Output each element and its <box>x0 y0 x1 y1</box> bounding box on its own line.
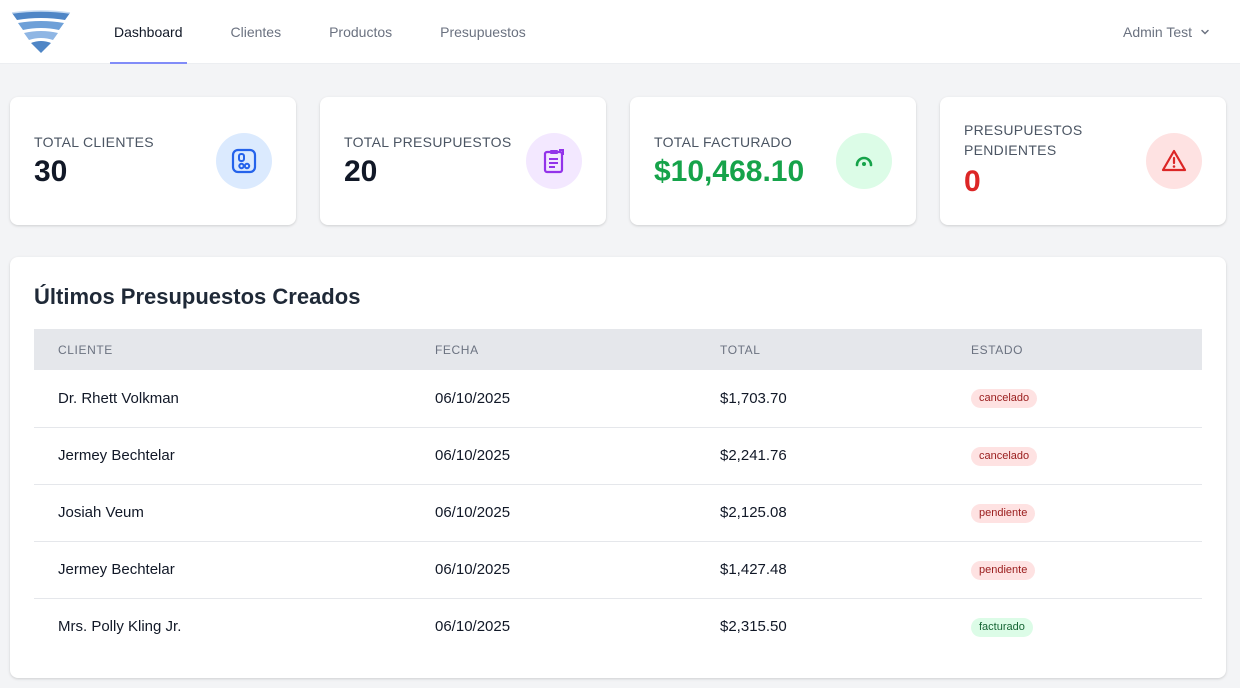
stat-label: PRESUPUESTOS PENDIENTES <box>964 122 1083 158</box>
table-row[interactable]: Jermey Bechtelar 06/10/2025 $1,427.48 pe… <box>34 541 1202 598</box>
stat-card-total-clientes: TOTAL CLIENTES 30 <box>10 97 296 225</box>
stat-value: $10,468.10 <box>654 155 805 188</box>
tab-clientes[interactable]: Clientes <box>227 0 286 64</box>
main-nav: Dashboard Clientes Productos Presupuesto… <box>110 0 570 64</box>
stat-card-total-presupuestos: TOTAL PRESUPUESTOS 20 <box>320 97 606 225</box>
table-row[interactable]: Dr. Rhett Volkman 06/10/2025 $1,703.70 c… <box>34 370 1202 427</box>
status-badge: facturado <box>971 617 1033 637</box>
cell-estado: pendiente <box>947 541 1202 598</box>
cell-cliente: Josiah Veum <box>58 504 144 521</box>
cell-estado: cancelado <box>947 427 1202 484</box>
cell-total: $1,427.48 <box>720 561 787 578</box>
table-row[interactable]: Mrs. Polly Kling Jr. 06/10/2025 $2,315.5… <box>34 598 1202 655</box>
cell-total: $1,703.70 <box>720 389 787 407</box>
cell-estado: facturado <box>947 598 1202 655</box>
tab-presupuestos[interactable]: Presupuestos <box>436 0 530 64</box>
cell-fecha: 06/10/2025 <box>435 447 511 464</box>
tab-productos[interactable]: Productos <box>325 0 396 64</box>
user-menu[interactable]: Admin Test <box>1123 0 1210 64</box>
cell-fecha: 06/10/2025 <box>435 618 511 636</box>
recent-budgets-table: CLIENTE FECHA TOTAL ESTADO Dr. Rhett Vol… <box>34 329 1202 655</box>
stat-value: 0 <box>964 165 981 198</box>
cell-cliente: Dr. Rhett Volkman <box>58 389 179 407</box>
company-logo[interactable] <box>10 9 72 55</box>
recent-budgets-panel: Últimos Presupuestos Creados CLIENTE FEC… <box>10 257 1226 678</box>
stat-label: TOTAL CLIENTES <box>34 134 154 150</box>
stat-value: 20 <box>344 155 378 188</box>
clipboard-icon <box>526 133 582 189</box>
stat-label: TOTAL PRESUPUESTOS <box>344 134 512 150</box>
stat-label: TOTAL FACTURADO <box>654 134 793 150</box>
cell-fecha: 06/10/2025 <box>435 504 511 521</box>
warning-icon <box>1146 133 1202 189</box>
cell-cliente: Mrs. Polly Kling Jr. <box>58 618 182 636</box>
stat-card-total-facturado: TOTAL FACTURADO $10,468.10 <box>630 97 916 225</box>
column-header-total: TOTAL <box>720 342 761 357</box>
users-icon <box>216 133 272 189</box>
status-badge: cancelado <box>971 446 1038 466</box>
chevron-down-icon <box>1201 29 1209 35</box>
table-row[interactable]: Jermey Bechtelar 06/10/2025 $2,241.76 ca… <box>34 427 1202 484</box>
table-header-row: CLIENTE FECHA TOTAL ESTADO <box>34 329 1202 370</box>
cell-fecha: 06/10/2025 <box>435 389 511 407</box>
table-row[interactable]: Josiah Veum 06/10/2025 $2,125.08 pendien… <box>34 484 1202 541</box>
panel-title: Últimos Presupuestos Creados <box>34 284 361 309</box>
status-badge: cancelado <box>971 389 1038 409</box>
cell-total: $2,315.50 <box>720 618 787 636</box>
status-badge: pendiente <box>971 560 1036 580</box>
user-name: Admin Test <box>1123 24 1192 40</box>
cell-total: $2,125.08 <box>720 504 787 521</box>
cell-estado: cancelado <box>947 370 1202 427</box>
stat-value: 30 <box>34 155 68 188</box>
tab-dashboard[interactable]: Dashboard <box>110 0 187 64</box>
cell-total: $2,241.76 <box>720 447 787 464</box>
column-header-fecha: FECHA <box>435 342 479 357</box>
cell-estado: pendiente <box>947 484 1202 541</box>
stat-card-presupuestos-pendientes: PRESUPUESTOS PENDIENTES 0 <box>940 97 1226 225</box>
status-badge: pendiente <box>971 503 1036 523</box>
cell-cliente: Jermey Bechtelar <box>58 561 175 578</box>
top-navbar: Dashboard Clientes Productos Presupuesto… <box>0 0 1240 64</box>
gauge-icon <box>836 133 892 189</box>
cell-cliente: Jermey Bechtelar <box>58 447 175 464</box>
column-header-estado: ESTADO <box>971 342 1024 357</box>
column-header-cliente: CLIENTE <box>58 342 113 357</box>
cell-fecha: 06/10/2025 <box>435 561 511 578</box>
